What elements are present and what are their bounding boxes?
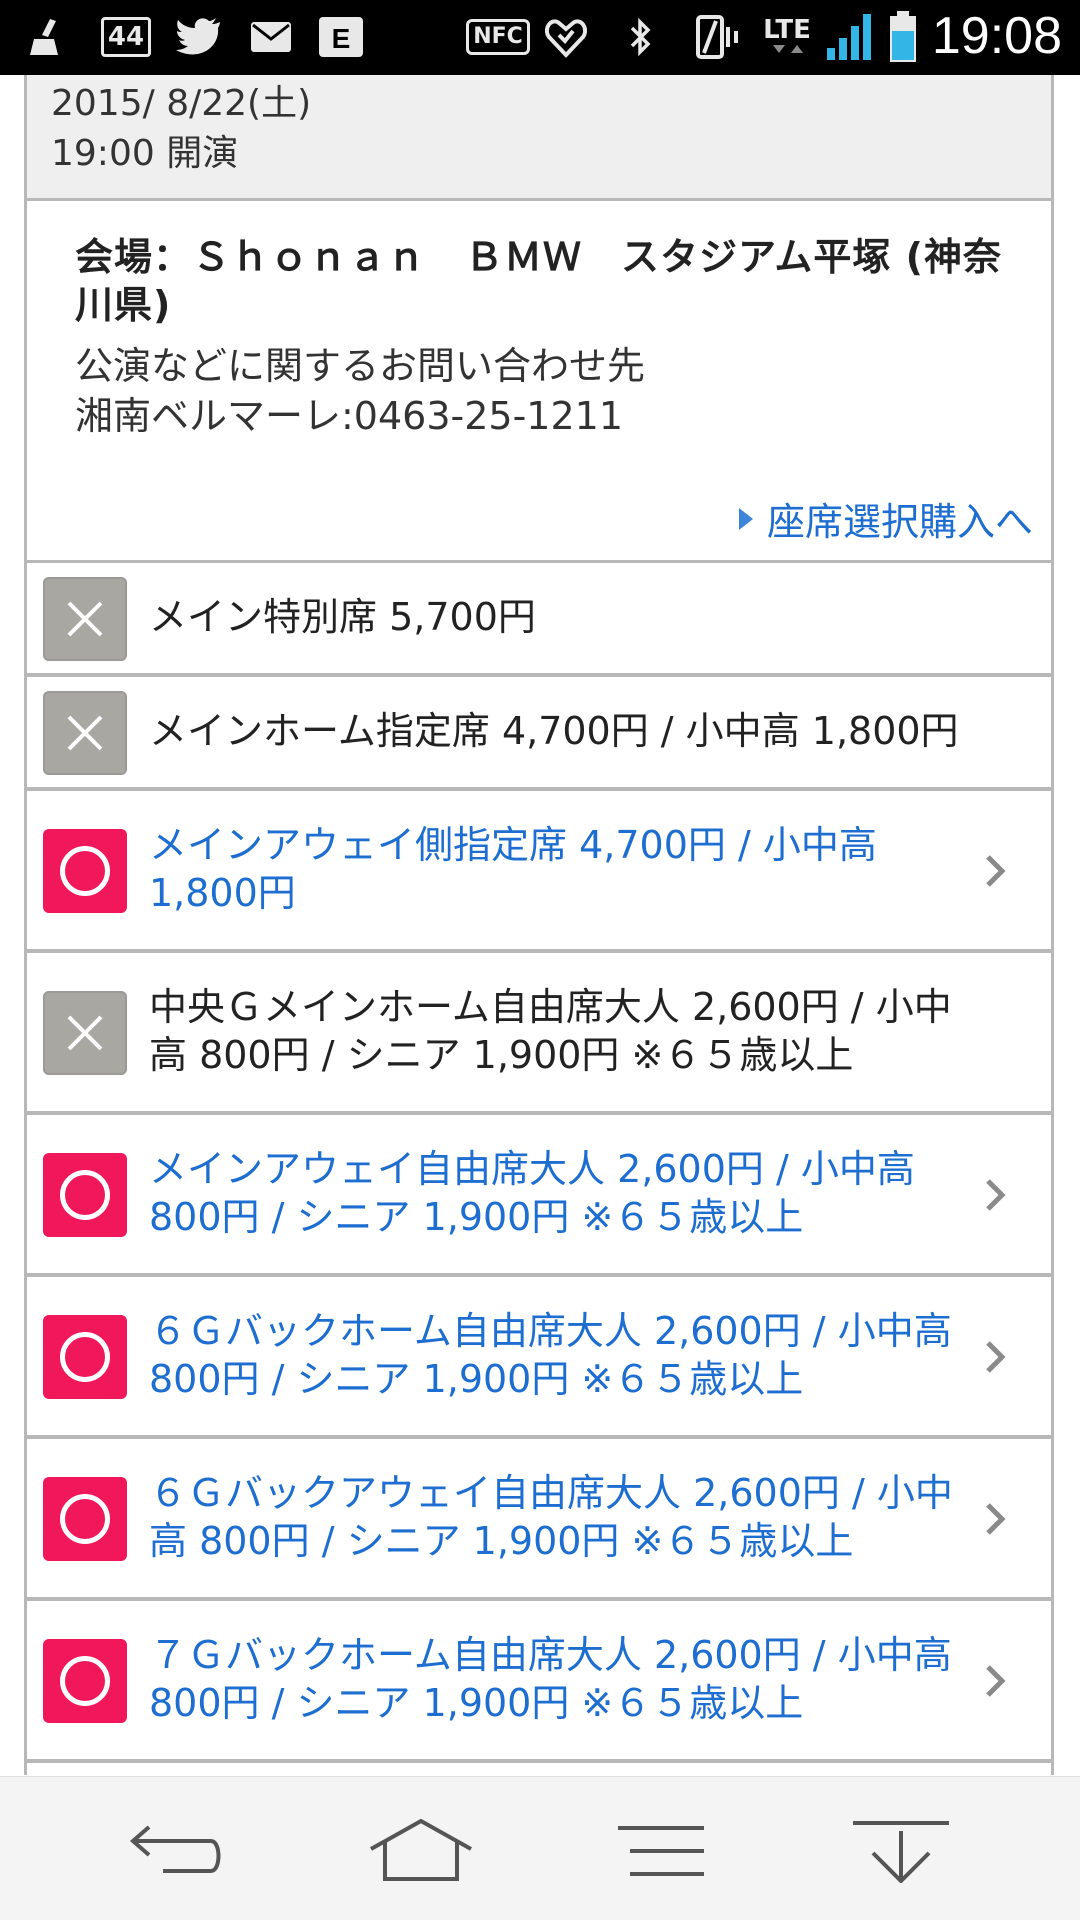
seat-row[interactable]: ７Ｇバックホーム自由席大人 2,600円 / 小中高 800円 / シニア 1,… [24, 1601, 1054, 1763]
twitter-icon [174, 12, 224, 62]
broom-icon [28, 12, 64, 62]
event-start-time: 19:00 開演 [51, 133, 239, 174]
seat-row: メイン特別席 5,700円 [24, 563, 1054, 677]
seat-label: ６Ｇバックアウェイ自由席大人 2,600円 / 小中高 800円 / シニア 1… [149, 1471, 953, 1563]
seat-row[interactable]: メインアウェイ側指定席 4,700円 / 小中高 1,800円 [24, 791, 1054, 953]
back-icon[interactable] [118, 1811, 228, 1891]
download-icon[interactable] [846, 1811, 956, 1891]
seat-label: ６Ｇバックホーム自由席大人 2,600円 / 小中高 800円 / シニア 1,… [149, 1309, 952, 1401]
home-icon[interactable] [366, 1811, 476, 1891]
event-date: 2015/ 8/22(土) [51, 83, 312, 124]
seat-row [24, 1763, 1054, 1775]
inquiry-contact: 湘南ベルマーレ:0463-25-1211 [75, 394, 623, 438]
triangle-right-icon [738, 507, 753, 530]
seat-row: 中央Ｇメインホーム自由席大人 2,600円 / 小中高 800円 / シニア 1… [24, 953, 1054, 1115]
notification-count-icon: 44 [96, 12, 156, 62]
chevron-right-icon [981, 1499, 1011, 1539]
seat-label: メイン特別席 5,700円 [149, 595, 536, 639]
sold-out-icon [43, 577, 127, 661]
seat-row[interactable]: ６Ｇバックホーム自由席大人 2,600円 / 小中高 800円 / シニア 1,… [24, 1277, 1054, 1439]
venue-name: 会場：Ｓｈｏｎａｎ ＢＭＷ スタジアム平塚 (神奈川県) [75, 235, 1002, 327]
available-icon [43, 829, 127, 913]
available-icon [43, 1315, 127, 1399]
available-icon [43, 1639, 127, 1723]
signal-icon [826, 12, 874, 62]
alarm-icon [544, 12, 588, 62]
event-detail: 2015/ 8/22(土) 19:00 開演 会場：Ｓｈｏｎａｎ ＢＭＷ スタジ… [24, 75, 1054, 1775]
lte-icon: LTE [760, 12, 814, 62]
seat-label: メインアウェイ側指定席 4,700円 / 小中高 1,800円 [149, 823, 877, 915]
event-date-box: 2015/ 8/22(土) 19:00 開演 [24, 75, 1054, 201]
clock: 19:08 [931, 7, 1062, 65]
seat-selection-link-label: 座席選択購入へ [766, 500, 1033, 544]
inquiry-label: 公演などに関するお問い合わせ先 [75, 344, 646, 388]
battery-icon [888, 11, 918, 62]
seat-selection-link[interactable]: 座席選択購入へ [738, 491, 1033, 546]
seat-label: ７Ｇバックホーム自由席大人 2,600円 / 小中高 800円 / シニア 1,… [149, 1633, 952, 1725]
menu-icon[interactable] [606, 1811, 716, 1891]
seat-label: メインホーム指定席 4,700円 / 小中高 1,800円 [149, 709, 959, 753]
nfc-icon: NFC [466, 12, 530, 62]
sold-out-icon [43, 691, 127, 775]
svg-text:E: E [332, 23, 351, 54]
seat-row[interactable]: ６Ｇバックアウェイ自由席大人 2,600円 / 小中高 800円 / シニア 1… [24, 1439, 1054, 1601]
available-icon [43, 1477, 127, 1561]
chevron-right-icon [981, 1661, 1011, 1701]
available-icon [43, 1153, 127, 1237]
vibrate-icon [690, 12, 744, 62]
sold-out-icon [43, 991, 127, 1075]
seat-label: 中央Ｇメインホーム自由席大人 2,600円 / 小中高 800円 / シニア 1… [149, 985, 952, 1077]
status-bar: 44 E NFC LTE 19:08 [0, 0, 1080, 75]
venue-box: 会場：Ｓｈｏｎａｎ ＢＭＷ スタジアム平塚 (神奈川県) 公演などに関するお問い… [24, 201, 1054, 563]
seat-row[interactable]: メインアウェイ自由席大人 2,600円 / 小中高 800円 / シニア 1,9… [24, 1115, 1054, 1277]
seat-row: メインホーム指定席 4,700円 / 小中高 1,800円 [24, 677, 1054, 791]
seat-label: メインアウェイ自由席大人 2,600円 / 小中高 800円 / シニア 1,9… [149, 1147, 915, 1239]
bluetooth-icon [626, 12, 656, 62]
chevron-right-icon [981, 1337, 1011, 1377]
chevron-right-icon [981, 1175, 1011, 1215]
mail-icon [250, 12, 292, 62]
navigation-bar [0, 1776, 1080, 1920]
chevron-right-icon [981, 851, 1011, 891]
e-app-icon: E [318, 12, 364, 62]
